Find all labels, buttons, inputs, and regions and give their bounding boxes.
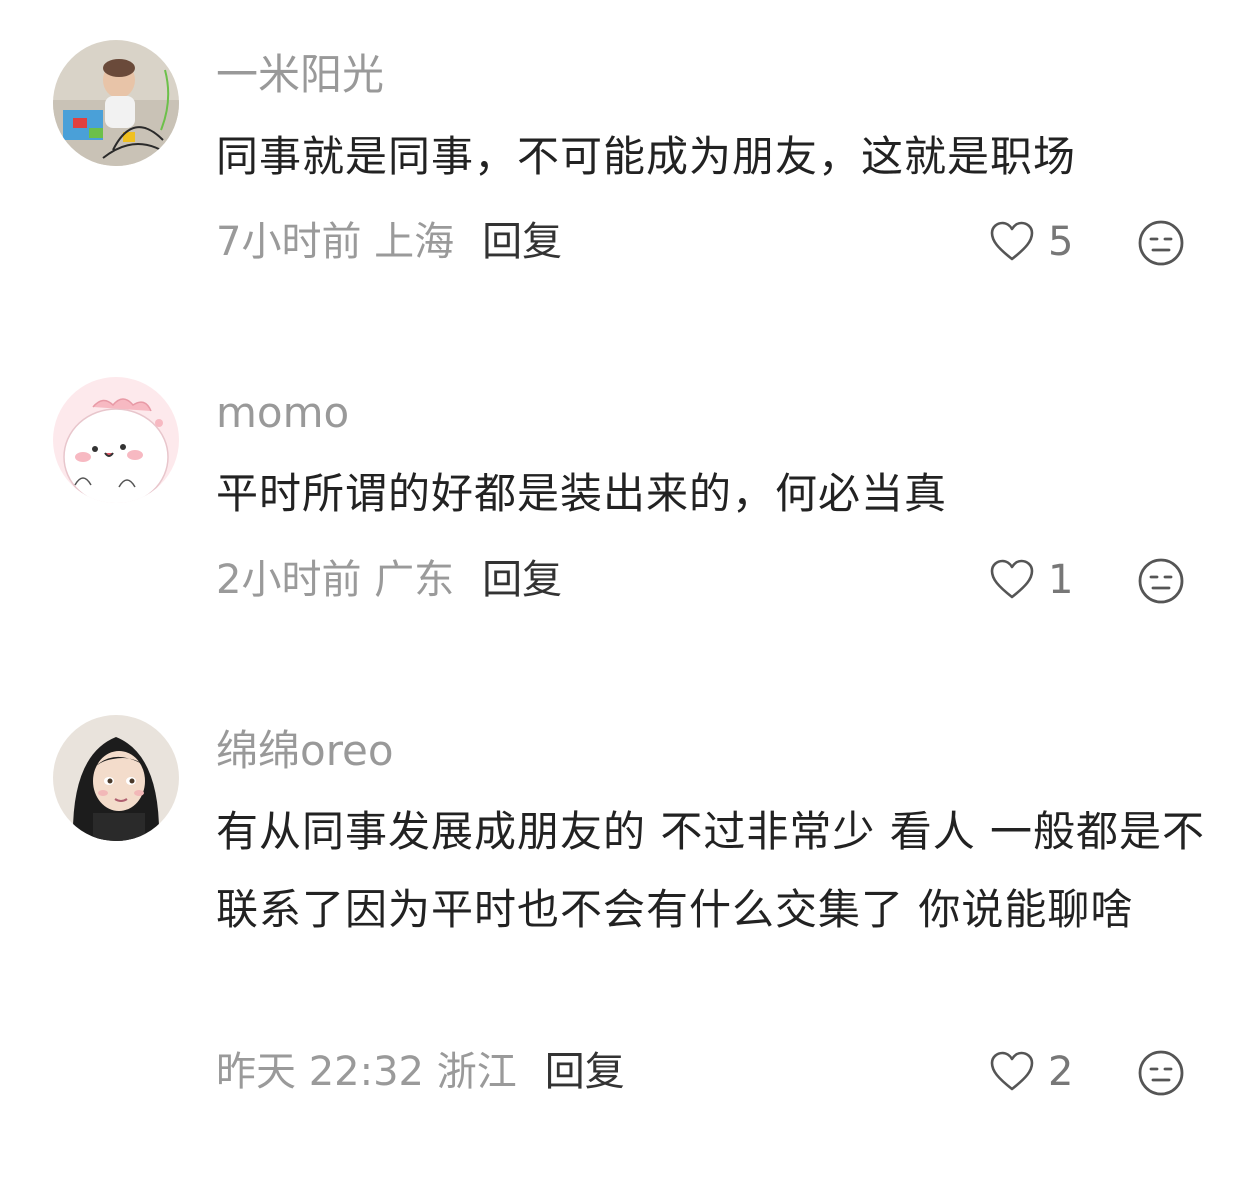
- comment-meta: 昨天 22:32 浙江 回复: [216, 1044, 625, 1100]
- dislike-button[interactable]: [1136, 218, 1186, 268]
- comment-time-location: 昨天 22:32 浙江: [216, 1049, 517, 1095]
- dislike-button[interactable]: [1136, 556, 1186, 606]
- comment-time-location: 2小时前 广东: [216, 557, 455, 603]
- comment-username[interactable]: 一米阳光: [216, 50, 384, 100]
- heart-outline-icon: [990, 559, 1034, 599]
- baby-avatar-image: [53, 40, 179, 166]
- comment-username[interactable]: 绵绵oreo: [216, 726, 394, 776]
- cartoon-avatar-image: [53, 377, 179, 503]
- like-button[interactable]: 1: [988, 552, 1073, 608]
- like-button[interactable]: 5: [988, 214, 1073, 270]
- reply-button[interactable]: 回复: [482, 219, 562, 265]
- comment-meta: 7小时前 上海 回复: [216, 214, 562, 270]
- neutral-face-icon: [1138, 1050, 1184, 1096]
- avatar[interactable]: [53, 715, 179, 841]
- comment-text: 平时所谓的好都是装出来的，何必当真: [216, 469, 948, 518]
- neutral-face-icon: [1138, 558, 1184, 604]
- comment-meta: 2小时前 广东 回复: [216, 552, 562, 608]
- avatar[interactable]: [53, 377, 179, 503]
- reply-button[interactable]: 回复: [545, 1049, 625, 1095]
- reply-button[interactable]: 回复: [482, 557, 562, 603]
- heart-outline-icon: [990, 1051, 1034, 1091]
- heart-outline-icon: [990, 221, 1034, 261]
- girl-avatar-image: [53, 715, 179, 841]
- avatar[interactable]: [53, 40, 179, 166]
- comment-text: 同事就是同事，不可能成为朋友，这就是职场: [216, 132, 1077, 181]
- like-count: 2: [1048, 1049, 1074, 1095]
- comment-username[interactable]: momo: [216, 388, 349, 438]
- comment-text: 有从同事发展成朋友的 不过非常少 看人 一般都是不联系了因为平时也不会有什么交集…: [216, 807, 1206, 934]
- like-count: 1: [1048, 557, 1074, 603]
- like-button[interactable]: 2: [988, 1044, 1073, 1100]
- comment-time-location: 7小时前 上海: [216, 219, 455, 265]
- like-count: 5: [1048, 219, 1074, 265]
- neutral-face-icon: [1138, 220, 1184, 266]
- dislike-button[interactable]: [1136, 1048, 1186, 1098]
